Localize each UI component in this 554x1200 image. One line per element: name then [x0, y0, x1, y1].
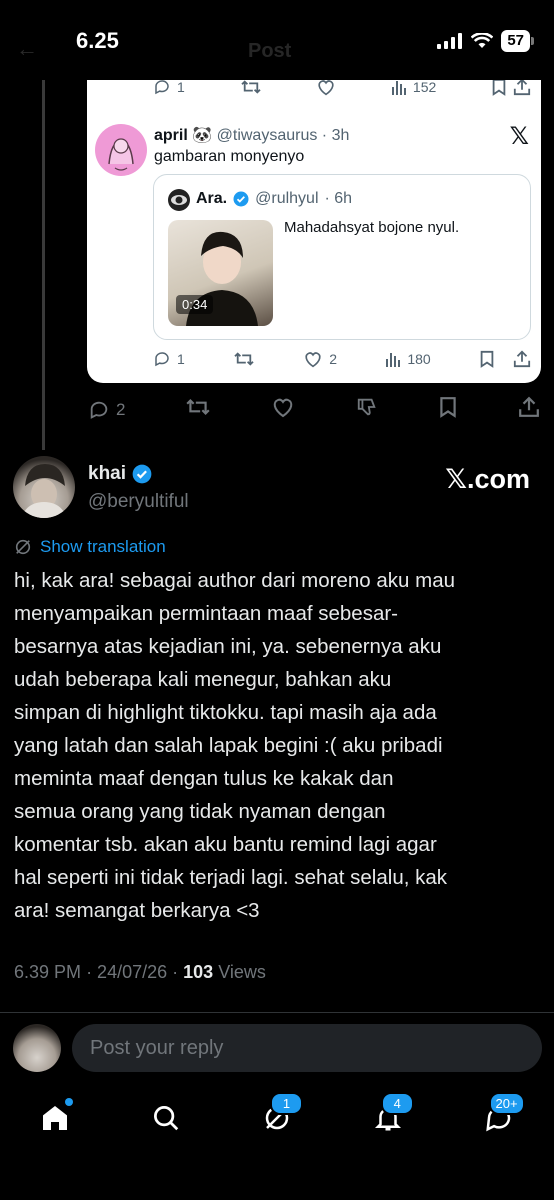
notifications-badge: 4 [380, 1092, 414, 1115]
messages-badge: 1 [269, 1092, 303, 1115]
user-avatar [13, 1024, 61, 1072]
bookmark-icon [492, 80, 506, 96]
nav-notifications[interactable]: 4 [368, 1092, 414, 1138]
communities-badge: 20+ [488, 1092, 525, 1115]
page-title: Post [248, 40, 292, 62]
tweet-body: hi, kak ara! sebagai author dari moreno … [14, 569, 456, 922]
back-arrow-icon[interactable]: ← [16, 36, 38, 62]
reply-action: 1 [153, 80, 185, 96]
bottom-nav: 1 4 20+ [0, 1088, 554, 1148]
ara-name-line: Ara. @rulhyul · 6h [196, 190, 353, 207]
khai-handle[interactable]: @beryultiful [88, 491, 189, 513]
downvote-button[interactable] [355, 396, 379, 423]
home-icon [43, 1106, 68, 1130]
thumbs-down-icon [357, 398, 376, 416]
april-avatar [95, 124, 147, 176]
views-label: Views [218, 962, 266, 982]
quoted-tweet: Ara. @rulhyul · 6h 0:34 Mahadahsyat bojo… [153, 174, 531, 340]
wifi-icon [471, 33, 494, 48]
views-icon [391, 81, 406, 95]
views-count: 103 [183, 962, 214, 982]
repost-icon [186, 398, 210, 416]
reply-icon [155, 352, 169, 367]
repost-button[interactable] [185, 396, 211, 423]
reply-box[interactable] [72, 1024, 542, 1072]
thread-line [42, 80, 45, 450]
embedded-screenshot[interactable]: 1 152 april 🐼 @tiwaysaurus · 3h 𝕏 gambar… [87, 80, 541, 383]
reply-input[interactable] [90, 1036, 524, 1060]
parent-tweet-actions: 2 [88, 396, 540, 423]
share-icon [513, 80, 531, 96]
bookmark-icon [480, 350, 494, 368]
nav-search[interactable] [146, 1098, 186, 1138]
nav-messages[interactable]: 20+ [479, 1092, 525, 1138]
screenshot-actions: 1 2 180 [153, 350, 531, 368]
reply-button[interactable]: 2 [88, 399, 125, 421]
ara-avatar [168, 189, 190, 211]
tweet-time: 6.39 PM [14, 962, 82, 982]
april-name-line: april 🐼 @tiwaysaurus · 3h [154, 127, 350, 144]
reply-icon [90, 401, 108, 419]
like-button[interactable] [271, 396, 295, 423]
like-icon [273, 398, 293, 418]
like-icon [305, 352, 321, 368]
verified-badge-icon [132, 464, 152, 484]
nav-home[interactable] [35, 1098, 75, 1138]
video-thumbnail: 0:34 [168, 220, 273, 326]
nav-grok[interactable]: 1 [257, 1092, 303, 1138]
translate-icon [15, 539, 31, 555]
status-icons: 57 [437, 30, 534, 52]
share-icon [519, 396, 539, 417]
khai-display-name[interactable]: khai [88, 463, 152, 485]
april-tweet-text: gambaran monyenyo [154, 148, 305, 165]
x-com-watermark: 𝕏.com [445, 464, 530, 494]
home-notification-dot [65, 1098, 74, 1106]
divider [0, 1012, 554, 1013]
bookmark-button[interactable] [438, 396, 458, 423]
quoted-tweet-text: Mahadahsyat bojone nyul. [284, 219, 460, 236]
views-action: 152 [391, 80, 436, 95]
like-icon [318, 80, 334, 96]
battery-indicator: 57 [501, 30, 534, 52]
verified-badge-icon [233, 191, 249, 207]
tweet-meta: 6.39 PM · 24/07/26 · 103 Views [14, 962, 266, 983]
video-duration: 0:34 [176, 295, 214, 314]
views-icon [386, 353, 401, 367]
screenshot-top-actions: 1 152 [153, 80, 531, 96]
reply-icon [155, 80, 169, 95]
bookmark-icon [440, 397, 456, 418]
khai-avatar[interactable] [13, 456, 75, 518]
share-button[interactable] [518, 396, 540, 423]
share-icon [513, 350, 531, 368]
signal-icon [437, 33, 463, 49]
search-icon [154, 1106, 179, 1131]
status-time: 6.25 [76, 28, 119, 53]
repost-icon [234, 352, 254, 366]
show-translation-link[interactable]: Show translation [14, 537, 166, 557]
x-logo-icon: 𝕏 [509, 123, 529, 150]
tweet-date: · 24/07/26 · [86, 962, 179, 982]
repost-icon [240, 80, 261, 94]
